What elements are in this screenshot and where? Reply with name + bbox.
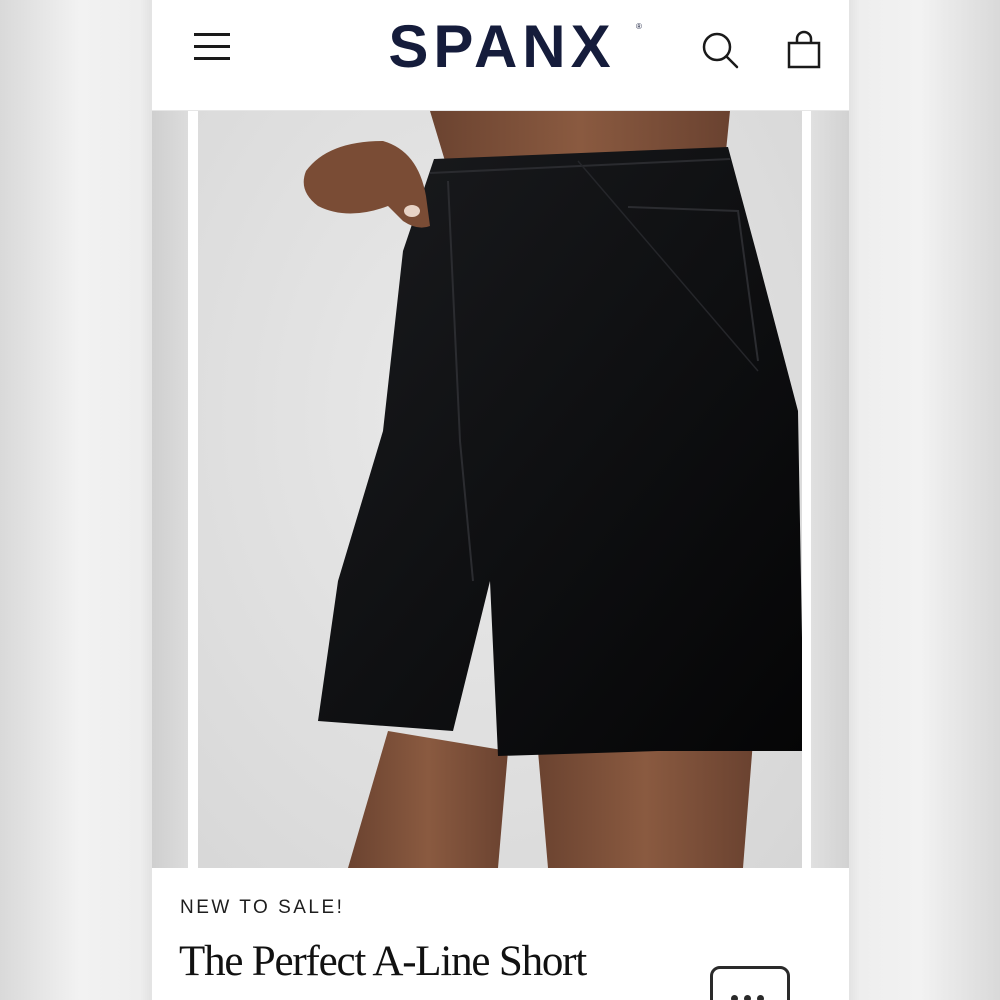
previous-slide-peek[interactable] bbox=[152, 111, 188, 868]
brand-logo[interactable]: SPANX bbox=[357, 14, 647, 80]
sale-badge: NEW TO SALE! bbox=[180, 897, 345, 918]
mobile-screen: SPANX ® NEW TO SALE! The Perfect A-Line … bbox=[152, 0, 849, 1000]
hamburger-menu-icon[interactable] bbox=[192, 30, 232, 64]
product-info: NEW TO SALE! The Perfect A-Line Short bbox=[152, 869, 849, 1000]
search-icon[interactable] bbox=[700, 30, 742, 72]
chat-button[interactable] bbox=[710, 966, 790, 1000]
next-slide-peek[interactable] bbox=[811, 111, 849, 868]
shopping-bag-icon[interactable] bbox=[784, 30, 824, 72]
registered-mark: ® bbox=[636, 22, 642, 31]
site-header: SPANX ® bbox=[152, 0, 849, 111]
product-title: The Perfect A-Line Short bbox=[179, 938, 587, 985]
product-image-carousel[interactable] bbox=[152, 111, 849, 868]
product-image bbox=[198, 111, 802, 868]
chat-bubble-icon bbox=[731, 989, 770, 1000]
